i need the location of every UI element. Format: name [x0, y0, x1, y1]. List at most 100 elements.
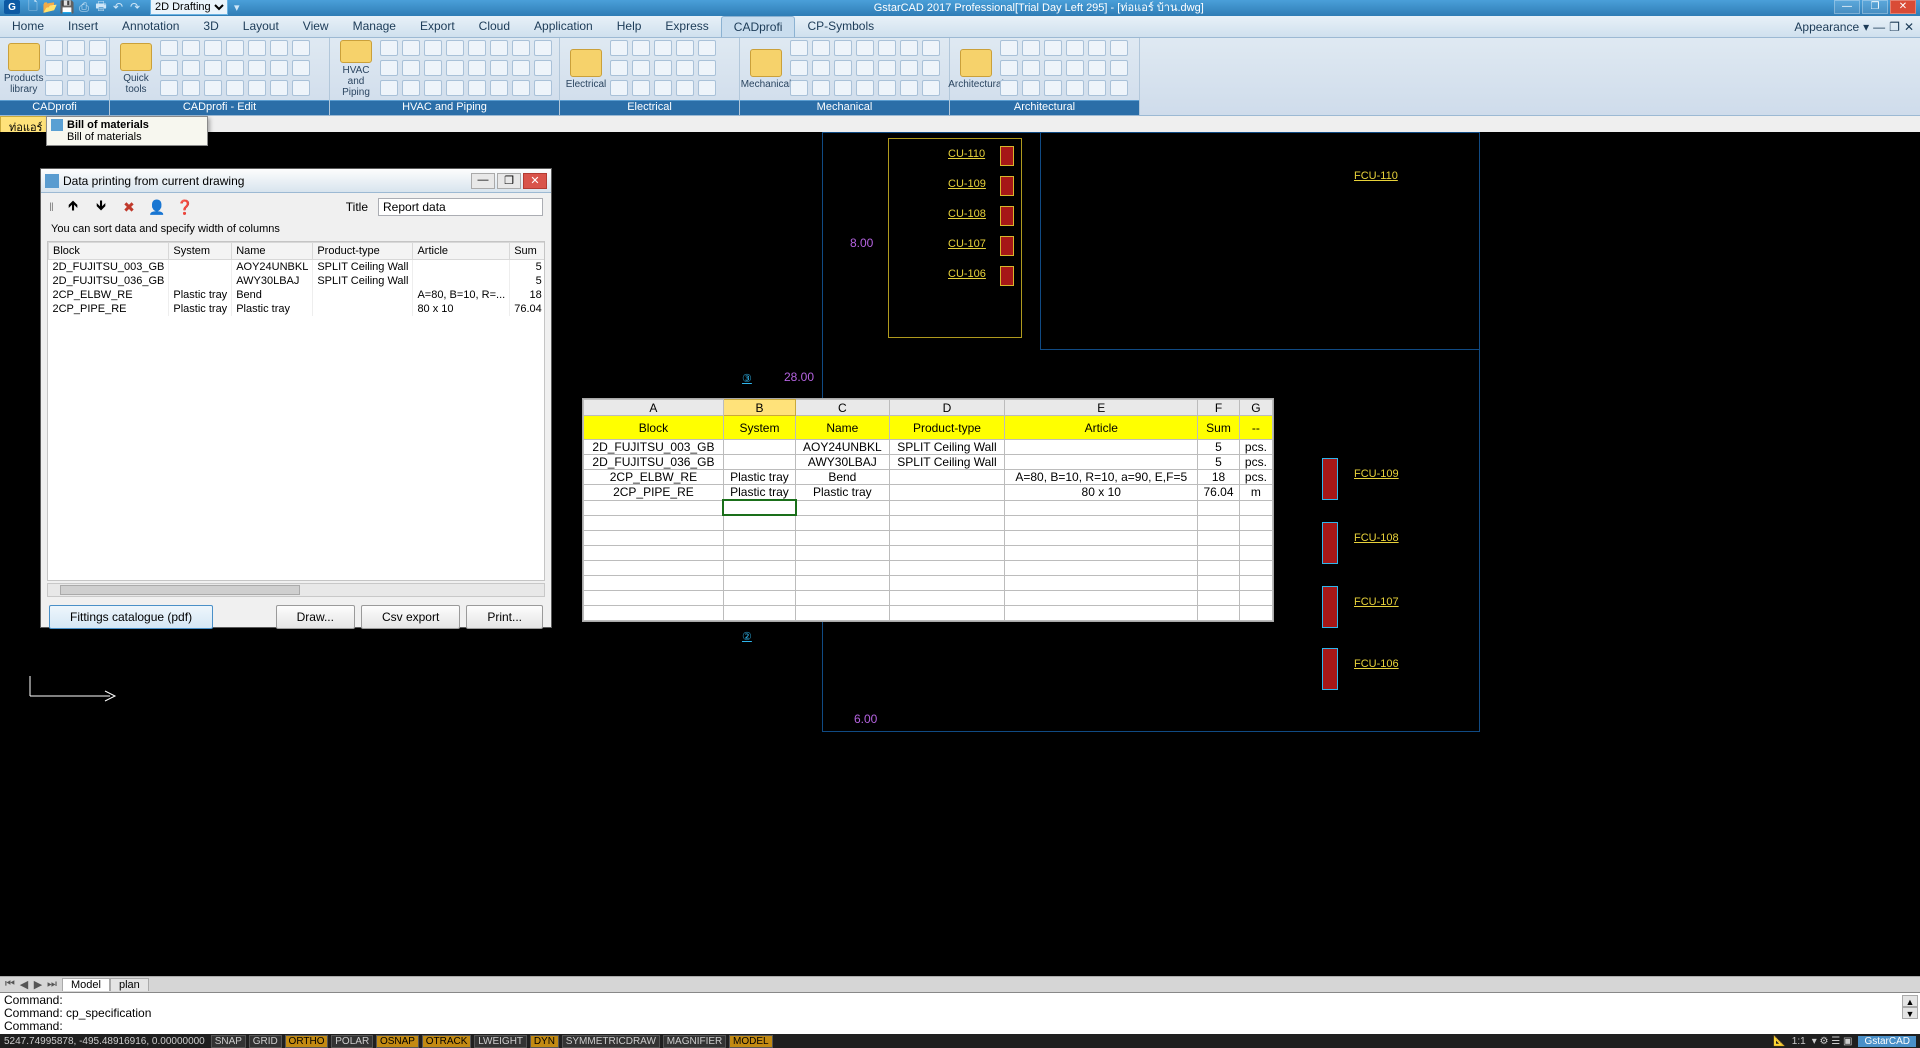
ribbon-icon[interactable]	[402, 40, 420, 56]
status-toggle-otrack[interactable]: OTRACK	[422, 1035, 472, 1048]
layout-tabs[interactable]: ⏮◀▶⏭ Model plan	[0, 976, 1920, 992]
delete-icon[interactable]: ✖	[120, 198, 138, 216]
status-toggle-magnifier[interactable]: MAGNIFIER	[663, 1035, 727, 1048]
ribbon-icon[interactable]	[812, 40, 830, 56]
ribbon-icon[interactable]	[45, 80, 63, 96]
ribbon-icon[interactable]	[1110, 80, 1128, 96]
ribbon-icon[interactable]	[900, 40, 918, 56]
fittings-catalogue-button[interactable]: Fittings catalogue (pdf)	[49, 605, 213, 629]
status-toggle-snap[interactable]: SNAP	[211, 1035, 246, 1048]
ribbon-icon[interactable]	[424, 60, 442, 76]
cmd-scroll-up-icon[interactable]: ▲	[1902, 995, 1918, 1007]
save-icon[interactable]: 💾	[60, 0, 74, 14]
ribbon-icon[interactable]	[812, 60, 830, 76]
status-toggle-symmetricdraw[interactable]: SYMMETRICDRAW	[562, 1035, 660, 1048]
print-button[interactable]: Print...	[466, 605, 543, 629]
ribbon-icon[interactable]	[812, 80, 830, 96]
status-icons[interactable]: ▾ ⚙ ☰ ▣	[1812, 1036, 1853, 1047]
sheet-col-D[interactable]: D	[889, 400, 1005, 416]
sheet-col-B[interactable]: B	[723, 400, 795, 416]
tab-export[interactable]: Export	[408, 16, 467, 37]
ribbon-icon[interactable]	[534, 40, 552, 56]
bom-col-header[interactable]: Product-type	[313, 243, 413, 260]
maximize-button[interactable]: ❐	[1862, 0, 1888, 14]
quick-access-toolbar[interactable]: 🗋 📂 💾 ⎙ 🖶 ↶ ↷	[26, 0, 142, 14]
ribbon-icon[interactable]	[790, 60, 808, 76]
ribbon-icon[interactable]	[490, 80, 508, 96]
ribbon-icon[interactable]	[1000, 40, 1018, 56]
ribbon-icon[interactable]	[468, 40, 486, 56]
table-row[interactable]: 2D_FUJITSU_003_GBAOY24UNBKLSPLIT Ceiling…	[49, 260, 546, 275]
table-row[interactable]: 2D_FUJITSU_036_GBAWY30LBAJSPLIT Ceiling …	[49, 274, 546, 288]
ribbon-icon[interactable]	[512, 60, 530, 76]
ribbon-icon[interactable]	[676, 60, 694, 76]
panel-mechanical-main-button[interactable]: Mechanical	[744, 40, 788, 98]
ribbon-icon[interactable]	[160, 60, 178, 76]
table-row[interactable]: 2D_FUJITSU_003_GBAOY24UNBKLSPLIT Ceiling…	[584, 440, 1273, 455]
ribbon-icon[interactable]	[204, 80, 222, 96]
ribbon-icon[interactable]	[490, 40, 508, 56]
sheet-col-F[interactable]: F	[1198, 400, 1240, 416]
ribbon-icon[interactable]	[1022, 80, 1040, 96]
ribbon-icon[interactable]	[1000, 80, 1018, 96]
layout-nav-icon[interactable]: ⏭	[46, 978, 58, 991]
ribbon-icon[interactable]	[654, 80, 672, 96]
tab-plan[interactable]: plan	[110, 978, 149, 991]
bom-col-header[interactable]: Block	[49, 243, 169, 260]
command-line[interactable]: Command: Command: cp_specification Comma…	[0, 992, 1920, 1034]
horizontal-scrollbar[interactable]	[47, 583, 545, 597]
status-toggle-ortho[interactable]: ORTHO	[285, 1035, 329, 1048]
preview-icon[interactable]: 🖶	[94, 0, 108, 14]
bom-col-header[interactable]: Sum	[510, 243, 545, 260]
ribbon-icon[interactable]	[856, 60, 874, 76]
tab-manage[interactable]: Manage	[341, 16, 408, 37]
tab-cloud[interactable]: Cloud	[467, 16, 522, 37]
status-toggle-model[interactable]: MODEL	[729, 1035, 773, 1048]
ribbon-icon[interactable]	[248, 40, 266, 56]
ribbon-icon[interactable]	[610, 40, 628, 56]
ribbon-icon[interactable]	[248, 60, 266, 76]
ribbon-icon[interactable]	[1044, 60, 1062, 76]
ribbon-icon[interactable]	[490, 60, 508, 76]
ribbon-icon[interactable]	[204, 40, 222, 56]
tab-application[interactable]: Application	[522, 16, 605, 37]
ribbon-close-icon[interactable]: ✕	[1904, 20, 1914, 34]
tab-view[interactable]: View	[291, 16, 341, 37]
ribbon-icon[interactable]	[878, 60, 896, 76]
ribbon-icon[interactable]	[1000, 60, 1018, 76]
ribbon-icon[interactable]	[1044, 80, 1062, 96]
ribbon-icon[interactable]	[380, 40, 398, 56]
layout-nav-icon[interactable]: ▶	[32, 978, 44, 991]
cmd-scroll-down-icon[interactable]: ▼	[1902, 1007, 1918, 1019]
ribbon-icon[interactable]	[1110, 40, 1128, 56]
ribbon-icon[interactable]	[45, 60, 63, 76]
status-toggle-osnap[interactable]: OSNAP	[376, 1035, 419, 1048]
ribbon-icon[interactable]	[89, 80, 107, 96]
ribbon-icon[interactable]	[270, 40, 288, 56]
ribbon-icon[interactable]	[922, 40, 940, 56]
ribbon-icon[interactable]	[1088, 80, 1106, 96]
dialog-close-button[interactable]: ✕	[523, 173, 547, 189]
ribbon-icon[interactable]	[204, 60, 222, 76]
ribbon-icon[interactable]	[1066, 40, 1084, 56]
ribbon-icon[interactable]	[922, 80, 940, 96]
ribbon-icon[interactable]	[292, 40, 310, 56]
table-row[interactable]: 2D_FUJITSU_036_GBAWY30LBAJSPLIT Ceiling …	[584, 455, 1273, 470]
ribbon-icon[interactable]	[292, 60, 310, 76]
dialog-maximize-button[interactable]: ❐	[497, 173, 521, 189]
ribbon-icon[interactable]	[632, 60, 650, 76]
ribbon-icon[interactable]	[67, 80, 85, 96]
ribbon-icon[interactable]	[446, 60, 464, 76]
ribbon-icon[interactable]	[878, 80, 896, 96]
csv-export-button[interactable]: Csv export	[361, 605, 460, 629]
panel-electrical-main-button[interactable]: Electrical	[564, 40, 608, 98]
workspace-select[interactable]: 2D Drafting	[150, 0, 228, 15]
ribbon-icon[interactable]	[654, 60, 672, 76]
panel-hvac-and-piping-main-button[interactable]: HVAC and Piping	[334, 40, 378, 98]
move-up-icon[interactable]: 🡹	[64, 198, 82, 216]
ribbon-icon[interactable]	[698, 40, 716, 56]
ribbon-icon[interactable]	[856, 40, 874, 56]
sheet-col-G[interactable]: G	[1239, 400, 1272, 416]
ribbon-icon[interactable]	[856, 80, 874, 96]
spreadsheet-overlay[interactable]: ABCDEFGBlockSystemNameProduct-typeArticl…	[582, 398, 1274, 622]
